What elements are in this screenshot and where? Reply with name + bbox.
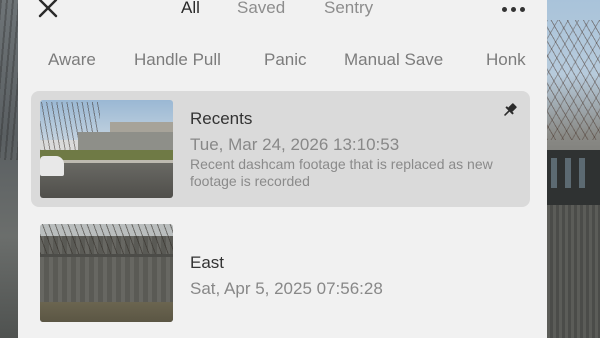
thumbnail-curb — [60, 160, 173, 163]
background-branches — [547, 20, 600, 140]
filter-handle-pull[interactable]: Handle Pull — [134, 50, 221, 70]
filter-manual-save[interactable]: Manual Save — [344, 50, 443, 70]
clip-title: East — [190, 253, 225, 272]
more-icon-dot — [520, 7, 525, 12]
building-window — [579, 158, 585, 188]
thumbnail-branches — [40, 224, 173, 254]
clip-list-item-recents[interactable]: Recents Tue, Mar 24, 2026 13:10:53 Recen… — [31, 91, 530, 207]
background-scene-left — [0, 0, 18, 338]
thumbnail-rail — [40, 254, 173, 257]
view-tabs: All Saved Sentry — [18, 0, 547, 20]
more-options-button[interactable] — [500, 5, 528, 15]
event-filter-row: Aware Handle Pull Panic Manual Save Honk — [18, 50, 547, 76]
clip-thumbnail — [40, 100, 173, 198]
clip-date: Tue, Mar 24, 2026 13:10:53 — [190, 135, 400, 154]
building-window — [565, 158, 571, 188]
tab-saved[interactable]: Saved — [237, 0, 285, 18]
more-icon — [502, 7, 507, 12]
background-scene-right — [547, 0, 600, 338]
top-bar: All Saved Sentry — [18, 0, 547, 22]
filter-panic[interactable]: Panic — [264, 50, 307, 70]
dashcam-viewer-panel: All Saved Sentry Aware Handle Pull Panic… — [18, 0, 547, 338]
clip-list-item-east[interactable]: East Sat, Apr 5, 2025 07:56:28 — [31, 215, 530, 331]
clip-date: Sat, Apr 5, 2025 07:56:28 — [190, 279, 383, 298]
background-building — [547, 150, 600, 210]
more-icon-dot — [511, 7, 516, 12]
background-tree — [0, 0, 18, 160]
pin-icon — [504, 103, 517, 116]
filter-honk[interactable]: Honk — [486, 50, 526, 70]
tab-all[interactable]: All — [181, 0, 200, 18]
pin-button[interactable] — [501, 101, 519, 119]
tab-sentry[interactable]: Sentry — [324, 0, 373, 18]
clip-thumbnail — [40, 224, 173, 322]
building-window — [551, 158, 557, 188]
thumbnail-car — [40, 156, 64, 176]
thumbnail-ground — [40, 302, 173, 322]
filter-aware[interactable]: Aware — [48, 50, 96, 70]
clip-title: Recents — [190, 109, 253, 128]
background-fence — [547, 205, 600, 338]
clip-description: Recent dashcam footage that is replaced … — [190, 156, 493, 189]
